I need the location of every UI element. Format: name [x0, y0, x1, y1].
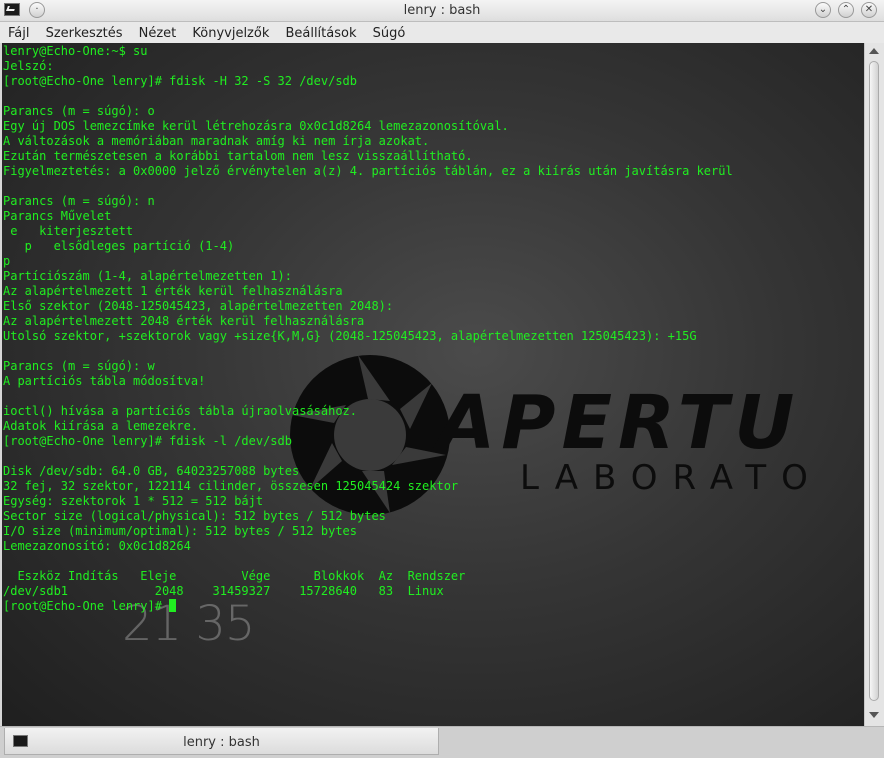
maximize-button[interactable]: ⌃	[838, 2, 854, 18]
menu-settings[interactable]: Beállítások	[285, 23, 356, 44]
terminal-line: [root@Echo-One lenry]# fdisk -H 32 -S 32…	[3, 74, 358, 88]
terminal-line: Parancs Művelet	[3, 209, 112, 223]
scroll-thumb[interactable]	[869, 61, 879, 701]
terminal-line: Az alapértelmezett 2048 érték kerül felh…	[3, 314, 365, 328]
terminal-line: p elsődleges partíció (1-4)	[24, 239, 235, 253]
terminal-line: 32 fej, 32 szektor, 122114 cilinder, öss…	[3, 479, 459, 493]
tab-label: lenry : bash	[183, 735, 260, 750]
terminal-line: Disk /dev/sdb: 64.0 GB, 64023257088 byte…	[3, 464, 300, 478]
terminal-line: Eszköz Indítás Eleje Vége Blokkok Az Ren…	[17, 569, 466, 583]
minimize-button[interactable]: ⌄	[815, 2, 831, 18]
close-button[interactable]: ✕	[861, 2, 877, 18]
terminal-line: Jelszó:	[3, 59, 54, 73]
tab-bash[interactable]: lenry : bash	[4, 728, 439, 755]
scroll-up-icon[interactable]	[869, 48, 879, 54]
prompt: [root@Echo-One lenry]#	[3, 599, 170, 613]
terminal-line: I/O size (minimum/optimal): 512 bytes / …	[3, 524, 358, 538]
terminal-line: Parancs (m = súgó): o	[3, 104, 155, 118]
terminal-line: A partíciós tábla módosítva!	[3, 374, 206, 388]
terminal-line: Az alapértelmezett 1 érték kerül felhasz…	[3, 284, 343, 298]
terminal-line: Partíciószám (1-4, alapértelmezetten 1):	[3, 269, 292, 283]
terminal-line: Egység: szektorok 1 * 512 = 512 bájt	[3, 494, 264, 508]
terminal-line: lenry@Echo-One:~$ su	[3, 44, 148, 58]
terminal-line: /dev/sdb1 2048 31459327 15728640 83 Linu…	[3, 584, 444, 598]
menu-file[interactable]: Fájl	[8, 23, 29, 44]
menu-edit[interactable]: Szerkesztés	[46, 23, 123, 44]
terminal-line: Egy új DOS lemezcímke kerül létrehozásra…	[3, 119, 509, 133]
close-icon: ✕	[864, 4, 874, 15]
menu-help[interactable]: Súgó	[373, 23, 406, 44]
terminal-output: lenry@Echo-One:~$ su Jelszó: [root@Echo-…	[3, 44, 733, 614]
tab-bar: lenry : bash	[0, 726, 884, 758]
terminal-line: A változások a memóriában maradnak amíg …	[3, 134, 430, 148]
terminal-line: e kiterjesztett	[10, 224, 134, 238]
title-bar[interactable]: · lenry : bash ⌄ ⌃ ✕	[0, 0, 884, 22]
chevron-down-icon: ⌄	[818, 4, 828, 15]
text-cursor	[169, 599, 177, 612]
terminal-line: Parancs (m = súgó): n	[3, 194, 155, 208]
terminal-line: [root@Echo-One lenry]# fdisk -l /dev/sdb	[3, 434, 292, 448]
terminal-line: Parancs (m = súgó): w	[3, 359, 155, 373]
menu-bookmarks[interactable]: Könyvjelzők	[192, 23, 269, 44]
terminal-line: Lemezazonosító: 0x0c1d8264	[3, 539, 191, 553]
terminal-line: Figyelmeztetés: a 0x0000 jelző érvénytel…	[3, 164, 733, 178]
scroll-down-icon[interactable]	[869, 712, 879, 718]
terminal-line: ioctl() hívása a partíciós tábla újraolv…	[3, 404, 358, 418]
terminal-view[interactable]: APERTU LABORATO 21 35 lenry@Echo-One:~$ …	[2, 43, 864, 726]
chevron-up-icon: ⌃	[841, 4, 851, 15]
terminal-line: Adatok kiírása a lemezekre.	[3, 419, 199, 433]
menu-bar: Fájl Szerkesztés Nézet Könyvjelzők Beáll…	[0, 22, 884, 43]
vertical-scrollbar[interactable]	[864, 43, 884, 726]
window-title: lenry : bash	[403, 3, 481, 18]
terminal-line: Utolsó szektor, +szektorok vagy +size{K,…	[3, 329, 697, 343]
terminal-line: Sector size (logical/physical): 512 byte…	[3, 509, 386, 523]
terminal-line: Első szektor (2048-125045423, alapértelm…	[3, 299, 394, 313]
terminal-line: p	[3, 254, 11, 268]
menu-view[interactable]: Nézet	[139, 23, 177, 44]
terminal-line: Ezután természetesen a korábbi tartalom …	[3, 149, 473, 163]
